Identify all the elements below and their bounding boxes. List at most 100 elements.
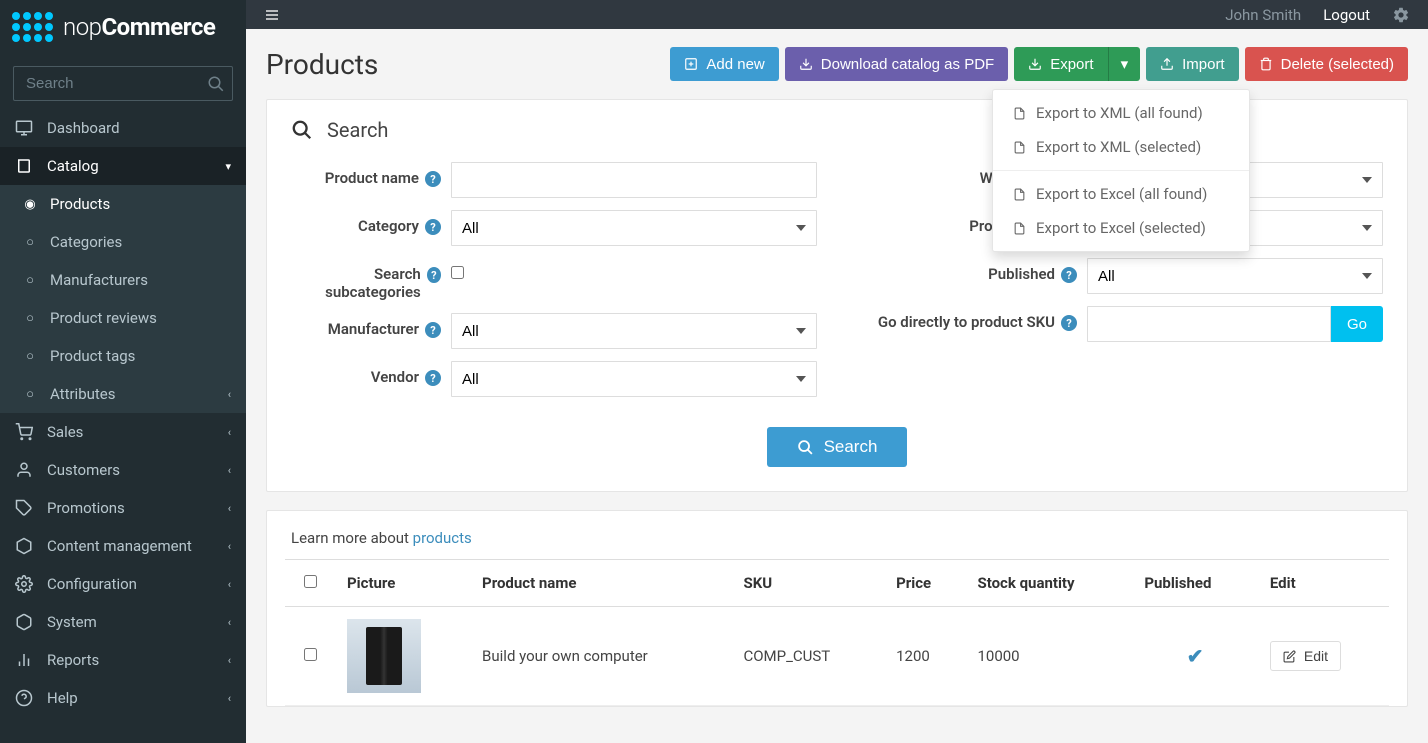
results-panel: Learn more about products Picture Produc…: [266, 510, 1408, 707]
edit-button[interactable]: Edit: [1270, 641, 1341, 671]
help-icon[interactable]: ?: [427, 267, 441, 283]
search-subcat-checkbox[interactable]: [451, 266, 464, 279]
sku-label: Go directly to product SKU?: [857, 306, 1087, 331]
chart-icon: [15, 651, 39, 669]
help-icon[interactable]: ?: [1061, 267, 1077, 283]
select-all-checkbox[interactable]: [304, 575, 317, 588]
nav-label: Catalog: [47, 157, 99, 175]
sku-input[interactable]: [1087, 306, 1331, 342]
circle-icon: ○: [18, 272, 42, 288]
published-select[interactable]: All: [1087, 258, 1383, 294]
chevron-left-icon: ‹: [228, 388, 231, 401]
col-name: Product name: [470, 560, 731, 607]
import-button[interactable]: Import: [1146, 47, 1239, 81]
nav-dashboard[interactable]: Dashboard: [0, 109, 246, 147]
help-icon[interactable]: ?: [425, 322, 441, 338]
export-xml-all[interactable]: Export to XML (all found): [993, 96, 1249, 130]
export-dropdown-toggle[interactable]: ▾: [1108, 47, 1141, 81]
nav-customers[interactable]: Customers ‹: [0, 451, 246, 489]
cubes-icon: [15, 537, 39, 555]
plus-icon: [684, 57, 698, 71]
upload-icon: [1160, 57, 1174, 71]
row-name: Build your own computer: [470, 607, 731, 706]
chevron-left-icon: ‹: [228, 464, 231, 477]
nav-label: Content management: [47, 537, 192, 555]
check-icon: ✔: [1187, 644, 1204, 668]
published-label: Published?: [857, 258, 1087, 283]
col-published: Published: [1132, 560, 1258, 607]
topbar: John Smith Logout: [246, 0, 1428, 29]
download-pdf-button[interactable]: Download catalog as PDF: [785, 47, 1008, 81]
products-table: Picture Product name SKU Price Stock qua…: [285, 559, 1389, 706]
export-button[interactable]: Export: [1014, 47, 1107, 81]
nav-promotions[interactable]: Promotions ‹: [0, 489, 246, 527]
nav-reports[interactable]: Reports ‹: [0, 641, 246, 679]
col-stock: Stock quantity: [965, 560, 1132, 607]
chevron-left-icon: ‹: [228, 616, 231, 629]
nav-system[interactable]: System ‹: [0, 603, 246, 641]
divider: [993, 170, 1249, 171]
topbar-user[interactable]: John Smith: [1225, 6, 1301, 24]
help-icon: [15, 689, 39, 707]
add-new-button[interactable]: Add new: [670, 47, 778, 81]
sidebar: nopCommerce Dashboard Catalog ▾: [0, 0, 246, 743]
export-dropdown-menu: Export to XML (all found) Export to XML …: [992, 89, 1250, 252]
nav-content[interactable]: Content management ‹: [0, 527, 246, 565]
manufacturer-label: Manufacturer?: [291, 313, 451, 338]
nav-manufacturers[interactable]: ○ Manufacturers: [0, 261, 246, 299]
help-icon[interactable]: ?: [425, 171, 441, 187]
nav-categories[interactable]: ○ Categories: [0, 223, 246, 261]
vendor-label: Vendor?: [291, 361, 451, 386]
gear-icon[interactable]: [1392, 6, 1410, 24]
help-icon[interactable]: ?: [425, 219, 441, 235]
user-icon: [15, 461, 39, 479]
chevron-left-icon: ‹: [228, 692, 231, 705]
nav-help[interactable]: Help ‹: [0, 679, 246, 717]
delete-selected-button[interactable]: Delete (selected): [1245, 47, 1408, 81]
go-button[interactable]: Go: [1331, 306, 1383, 342]
nav-products[interactable]: ◉ Products: [0, 185, 246, 223]
vendor-select[interactable]: All: [451, 361, 817, 397]
help-icon[interactable]: ?: [1061, 315, 1077, 331]
learn-more-link[interactable]: products: [413, 529, 472, 547]
export-xml-selected[interactable]: Export to XML (selected): [993, 130, 1249, 164]
table-row: Build your own computer COMP_CUST 1200 1…: [285, 607, 1389, 706]
export-icon: [1028, 57, 1042, 71]
file-icon: [1013, 107, 1026, 120]
search-input[interactable]: [13, 66, 233, 101]
nav-product-tags[interactable]: ○ Product tags: [0, 337, 246, 375]
nav-attributes[interactable]: ○ Attributes ‹: [0, 375, 246, 413]
nav-configuration[interactable]: Configuration ‹: [0, 565, 246, 603]
export-excel-selected[interactable]: Export to Excel (selected): [993, 211, 1249, 245]
chevron-left-icon: ‹: [228, 540, 231, 553]
nav-label: Promotions: [47, 499, 125, 517]
caret-down-icon: ▾: [1121, 55, 1129, 73]
nav-catalog[interactable]: Catalog ▾: [0, 147, 246, 185]
nav-label: System: [47, 613, 97, 631]
search-subcat-label: Search subcategories?: [291, 258, 451, 301]
sidebar-search: [13, 66, 233, 101]
manufacturer-select[interactable]: All: [451, 313, 817, 349]
nav-label: Product tags: [50, 347, 135, 365]
circle-icon: ○: [18, 234, 42, 250]
hamburger-icon[interactable]: [264, 7, 280, 23]
category-select[interactable]: All: [451, 210, 817, 246]
chevron-left-icon: ‹: [228, 502, 231, 515]
nav-label: Help: [47, 689, 78, 707]
category-label: Category?: [291, 210, 451, 235]
product-name-input[interactable]: [451, 162, 817, 198]
book-icon: [15, 157, 39, 175]
help-icon[interactable]: ?: [425, 370, 441, 386]
download-icon: [799, 57, 813, 71]
row-checkbox[interactable]: [304, 648, 317, 661]
search-icon[interactable]: [207, 75, 225, 93]
nav-product-reviews[interactable]: ○ Product reviews: [0, 299, 246, 337]
col-edit: Edit: [1258, 560, 1389, 607]
desktop-icon: [15, 119, 39, 137]
product-name-label: Product name?: [291, 162, 451, 187]
logout-link[interactable]: Logout: [1323, 6, 1370, 24]
search-button[interactable]: Search: [767, 427, 908, 467]
nav-sales[interactable]: Sales ‹: [0, 413, 246, 451]
product-image: [347, 619, 421, 693]
export-excel-all[interactable]: Export to Excel (all found): [993, 177, 1249, 211]
